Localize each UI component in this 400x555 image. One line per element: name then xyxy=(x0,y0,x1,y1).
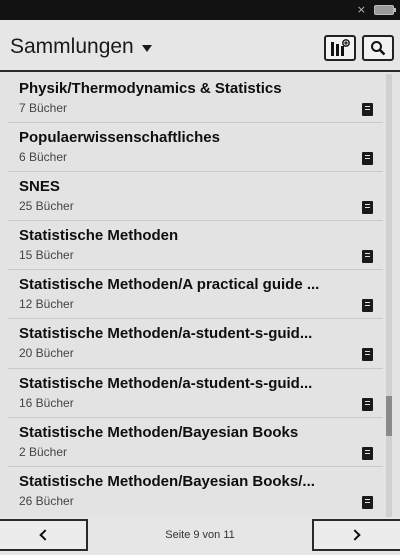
collection-title: Physik/Thermodynamics & Statistics xyxy=(19,80,282,97)
page-indicator: Seite 9 von 11 xyxy=(165,529,235,541)
list-item[interactable]: Statistische Methoden/a-student-s-guid..… xyxy=(8,369,383,418)
chevron-right-icon xyxy=(349,529,361,541)
manage-collections-button[interactable] xyxy=(324,35,356,61)
next-page-button[interactable] xyxy=(312,519,400,551)
collections-dropdown[interactable]: Sammlungen xyxy=(10,35,152,59)
close-icon[interactable]: × xyxy=(357,3,366,16)
collection-title: Statistische Methoden/Bayesian Books xyxy=(19,423,299,441)
collection-count: 25 Bücher xyxy=(19,199,74,214)
collection-title: Statistische Methoden/a-student-s-guid..… xyxy=(19,374,313,392)
header: Sammlungen xyxy=(0,20,400,72)
document-icon xyxy=(362,250,373,264)
document-icon xyxy=(362,103,373,116)
list-item[interactable]: Statistische Methoden/a-student-s-guid..… xyxy=(8,319,383,369)
scrollbar-thumb[interactable] xyxy=(386,396,392,437)
collection-title: SNES xyxy=(19,178,60,196)
list-item[interactable]: Statistische Methoden/A practical guide … xyxy=(8,270,383,320)
document-icon xyxy=(362,152,373,166)
collection-count: 12 Bücher xyxy=(19,297,74,312)
chevron-left-icon xyxy=(39,529,51,541)
document-icon xyxy=(362,201,373,215)
list-item[interactable]: Statistische Methoden/Bayesian Books/...… xyxy=(8,467,383,516)
document-icon xyxy=(362,348,373,362)
collection-count: 6 Bücher xyxy=(19,150,68,165)
collection-count: 16 Bücher xyxy=(19,395,74,410)
list-item[interactable]: Populaerwissenschaftliches 6 Bücher xyxy=(8,123,383,173)
status-bar: × xyxy=(0,0,400,20)
list-item[interactable]: Statistische Methoden 15 Bücher xyxy=(8,221,383,271)
document-icon xyxy=(362,446,373,460)
document-icon xyxy=(362,299,373,313)
collection-manage-icon xyxy=(331,39,350,56)
document-icon xyxy=(362,495,373,509)
battery-icon xyxy=(374,5,396,15)
collection-title: Populaerwissenschaftliches xyxy=(19,129,220,147)
scrollbar[interactable] xyxy=(386,74,392,517)
search-icon xyxy=(371,41,386,56)
collection-title: Statistische Methoden/Bayesian Books/... xyxy=(19,472,315,490)
collection-title: Statistische Methoden/a-student-s-guid..… xyxy=(19,325,313,343)
collection-count: 7 Bücher xyxy=(19,101,68,115)
page-title: Sammlungen xyxy=(10,35,134,58)
collection-count: 26 Bücher xyxy=(19,493,74,508)
collection-list: Physik/Thermodynamics & Statistics 7 Büc… xyxy=(8,74,383,517)
list-item[interactable]: Physik/Thermodynamics & Statistics 7 Büc… xyxy=(8,74,383,124)
search-button[interactable] xyxy=(362,35,394,61)
collection-count: 15 Bücher xyxy=(19,248,74,263)
list-item[interactable]: Statistische Methoden/Bayesian Books 2 B… xyxy=(8,418,383,467)
document-icon xyxy=(362,397,373,411)
previous-page-button[interactable] xyxy=(0,519,88,551)
collection-title: Statistische Methoden xyxy=(19,227,179,245)
collection-count: 20 Bücher xyxy=(19,346,74,361)
pagination-bar: Seite 9 von 11 xyxy=(0,517,400,555)
collection-count: 2 Bücher xyxy=(19,444,68,459)
caret-down-icon xyxy=(141,45,152,52)
list-item[interactable]: SNES 25 Bücher xyxy=(8,172,383,222)
collection-title: Statistische Methoden/A practical guide … xyxy=(19,276,320,294)
